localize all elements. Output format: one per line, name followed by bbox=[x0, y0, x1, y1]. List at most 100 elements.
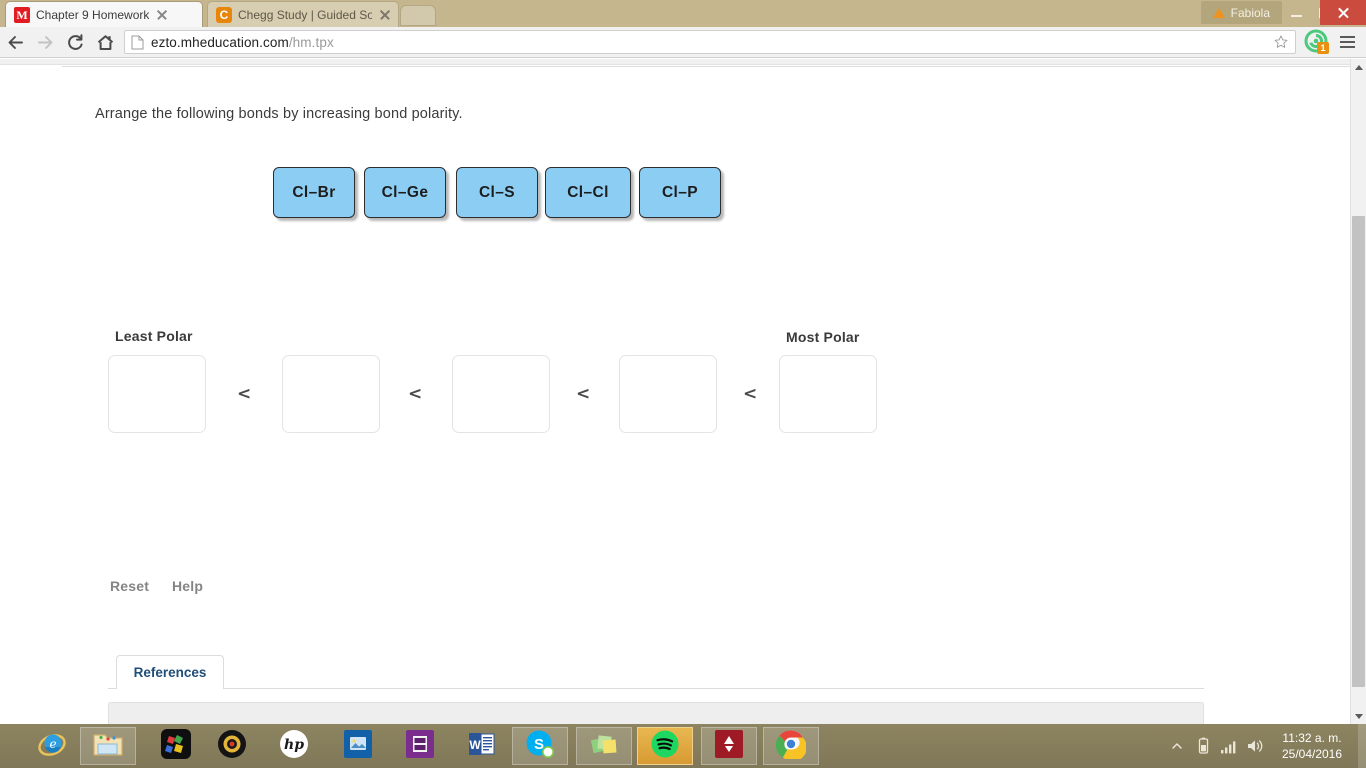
chrome-menu-button[interactable] bbox=[1332, 27, 1362, 57]
new-tab-button[interactable] bbox=[400, 5, 436, 26]
taskbar-item-microsoft-word[interactable]: W bbox=[454, 727, 510, 765]
microsoft-word-icon: W bbox=[467, 730, 497, 763]
battery-icon bbox=[1198, 737, 1208, 754]
browser-window: M Chapter 9 Homework C Chegg Study | Gui… bbox=[0, 0, 1366, 724]
battery-button[interactable] bbox=[1190, 724, 1216, 768]
dropzone[interactable] bbox=[779, 355, 877, 433]
scrollbar-thumb[interactable] bbox=[1352, 216, 1365, 687]
wifi-signal-icon bbox=[1221, 740, 1236, 753]
home-button[interactable] bbox=[90, 27, 120, 57]
bond-tile[interactable]: Cl–Br bbox=[273, 167, 355, 218]
reference-tab-underline bbox=[108, 688, 1204, 689]
url-path: /hm.tpx bbox=[288, 34, 334, 50]
taskbar-clock[interactable]: 11:32 a. m. 25/04/2016 bbox=[1268, 730, 1356, 762]
google-chrome-icon bbox=[775, 729, 807, 764]
less-than-separator: < bbox=[743, 384, 758, 404]
red-app-icon bbox=[715, 729, 743, 763]
question-prompt: Arrange the following bonds by increasin… bbox=[95, 106, 463, 122]
tab-strip: M Chapter 9 Homework C Chegg Study | Gui… bbox=[0, 0, 1366, 27]
show-desktop-button[interactable] bbox=[1358, 724, 1366, 768]
speaker-icon bbox=[1248, 740, 1263, 752]
address-bar[interactable]: ezto.mheducation.com/hm.tpx bbox=[124, 30, 1296, 54]
scroll-down-button[interactable] bbox=[1351, 708, 1366, 724]
dropzone[interactable] bbox=[282, 355, 380, 433]
browser-toolbar: ezto.mheducation.com/hm.tpx 1 bbox=[0, 27, 1366, 58]
mcgraw-hill-icon: M bbox=[14, 6, 30, 23]
taskbar-item-google-chrome[interactable] bbox=[763, 727, 819, 765]
help-button[interactable]: Help bbox=[172, 578, 203, 594]
close-icon[interactable] bbox=[378, 8, 392, 22]
network-button[interactable] bbox=[1216, 724, 1242, 768]
back-button[interactable] bbox=[0, 27, 30, 57]
taskbar-item-media-player[interactable] bbox=[204, 727, 260, 765]
close-icon[interactable] bbox=[155, 8, 169, 22]
internet-explorer-icon: e bbox=[37, 729, 67, 764]
profile-name: Fabiola bbox=[1230, 5, 1270, 20]
profile-button[interactable]: Fabiola bbox=[1200, 1, 1282, 24]
bond-tile[interactable]: Cl–S bbox=[456, 167, 538, 218]
close-window-button[interactable] bbox=[1320, 0, 1366, 25]
taskbar-item-video-app[interactable] bbox=[392, 727, 448, 765]
minimize-button[interactable] bbox=[1282, 0, 1310, 25]
browser-tab-chapter-9-homework[interactable]: M Chapter 9 Homework bbox=[6, 2, 202, 27]
most-polar-label: Most Polar bbox=[786, 329, 860, 345]
svg-text:hp: hp bbox=[284, 737, 304, 753]
taskbar-item-internet-explorer[interactable]: e bbox=[24, 727, 80, 765]
forward-arrow-icon bbox=[37, 35, 52, 49]
dropzone[interactable] bbox=[108, 355, 206, 433]
clock-date: 25/04/2016 bbox=[1281, 747, 1343, 761]
show-hidden-icons-button[interactable] bbox=[1164, 724, 1190, 768]
video-app-icon bbox=[406, 729, 434, 763]
dropzone[interactable] bbox=[619, 355, 717, 433]
volume-button[interactable] bbox=[1242, 724, 1268, 768]
skype-icon: S bbox=[525, 729, 555, 764]
extension-badge: 1 bbox=[1317, 42, 1329, 54]
document-icon bbox=[131, 35, 144, 49]
taskbar-item-skype[interactable]: S bbox=[512, 727, 568, 765]
file-explorer-icon bbox=[92, 730, 124, 763]
windows-taskbar: e hp W S 11:32 a. m. 25/04/2016 bbox=[0, 724, 1366, 768]
bond-tile[interactable]: Cl–Cl bbox=[545, 167, 631, 218]
reload-button[interactable] bbox=[60, 27, 90, 57]
hp-support-icon: hp bbox=[279, 729, 309, 764]
taskbar-item-photo-viewer[interactable] bbox=[330, 727, 386, 765]
taskbar-item-file-explorer[interactable] bbox=[80, 727, 136, 765]
system-tray: 11:32 a. m. 25/04/2016 bbox=[1164, 724, 1366, 768]
scroll-up-button[interactable] bbox=[1351, 59, 1366, 75]
browser-tab-chegg-study[interactable]: C Chegg Study | Guided Sol bbox=[208, 2, 398, 27]
media-player-icon bbox=[217, 729, 247, 764]
chevron-down-icon bbox=[1354, 713, 1363, 719]
less-than-separator: < bbox=[237, 384, 252, 404]
taskbar-item-red-app[interactable] bbox=[701, 727, 757, 765]
svg-text:W: W bbox=[469, 738, 481, 752]
close-icon bbox=[1337, 6, 1350, 19]
dropzone[interactable] bbox=[452, 355, 550, 433]
tab-references[interactable]: References bbox=[116, 655, 224, 689]
url-domain: ezto.mheducation.com bbox=[151, 34, 289, 50]
home-icon bbox=[97, 34, 113, 50]
bond-tile[interactable]: Cl–P bbox=[639, 167, 721, 218]
less-than-separator: < bbox=[408, 384, 423, 404]
taskbar-item-sticky-notes[interactable] bbox=[576, 727, 632, 765]
svg-text:e: e bbox=[49, 737, 56, 751]
clock-time: 11:32 a. m. bbox=[1282, 731, 1342, 745]
least-polar-label: Least Polar bbox=[115, 328, 193, 344]
puzzle-app-icon bbox=[161, 728, 191, 764]
hamburger-menu-icon bbox=[1339, 36, 1355, 38]
taskbar-item-hp-support[interactable]: hp bbox=[266, 727, 322, 765]
reset-button[interactable]: Reset bbox=[110, 578, 149, 594]
clipped-header-rule bbox=[62, 66, 1350, 67]
spotify-icon bbox=[650, 729, 680, 764]
chegg-icon: C bbox=[216, 6, 232, 23]
sticky-notes-icon bbox=[589, 730, 619, 763]
less-than-separator: < bbox=[576, 384, 591, 404]
page-scrollbar[interactable] bbox=[1350, 59, 1366, 724]
star-icon bbox=[1274, 35, 1288, 48]
taskbar-item-puzzle-app[interactable] bbox=[148, 727, 204, 765]
taskbar-item-spotify[interactable] bbox=[637, 727, 693, 765]
forward-button[interactable] bbox=[30, 27, 60, 57]
extension-button[interactable]: 1 bbox=[1304, 29, 1330, 55]
bond-tile[interactable]: Cl–Ge bbox=[364, 167, 446, 218]
reload-icon bbox=[67, 33, 83, 50]
clipped-header-strip bbox=[0, 59, 1350, 65]
